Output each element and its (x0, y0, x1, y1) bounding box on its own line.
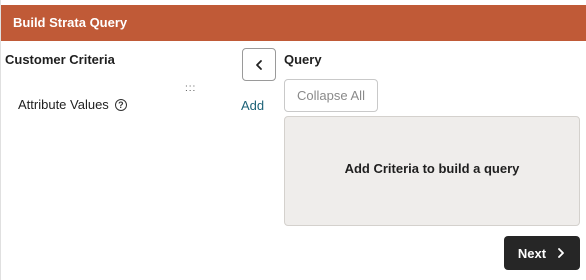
query-title: Query (284, 52, 322, 67)
dialog-header: Build Strata Query (1, 5, 586, 41)
collapse-all-button[interactable]: Collapse All (284, 79, 378, 112)
criteria-item-label: Attribute Values (18, 97, 109, 112)
query-drop-area[interactable]: Add Criteria to build a query (284, 116, 580, 226)
collapse-panel-button[interactable] (242, 48, 276, 81)
query-empty-message: Add Criteria to build a query (344, 160, 520, 176)
customer-criteria-title: Customer Criteria (5, 52, 115, 67)
add-attribute-values-link[interactable]: Add (241, 98, 264, 113)
next-button[interactable]: Next (504, 236, 580, 270)
drag-handle-icon[interactable]: ::: (185, 84, 196, 94)
help-icon[interactable]: ? (114, 98, 127, 111)
next-button-label: Next (517, 245, 547, 261)
dialog-title: Build Strata Query (13, 15, 128, 30)
build-strata-query-dialog: Build Strata Query Customer Criteria :::… (0, 0, 586, 280)
chevron-right-icon (558, 248, 564, 258)
criteria-item-attribute-values: Attribute Values ? (18, 97, 127, 112)
chevron-left-icon (256, 59, 262, 70)
